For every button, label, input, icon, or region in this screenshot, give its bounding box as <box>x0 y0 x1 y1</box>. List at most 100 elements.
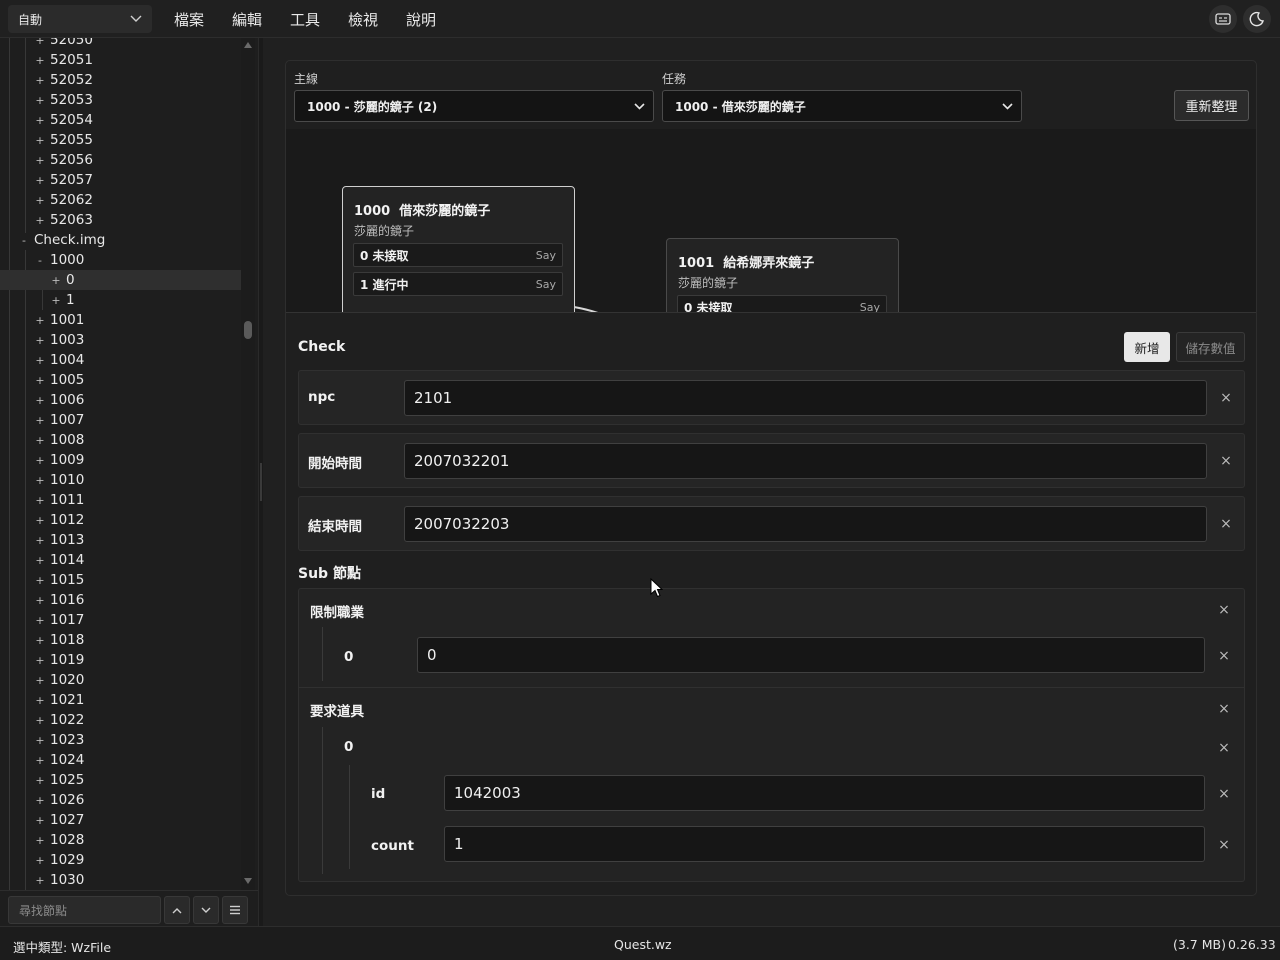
say-button[interactable]: Say <box>536 249 556 262</box>
splitter-grip[interactable] <box>260 463 262 501</box>
tree-node[interactable]: +1018 <box>0 630 241 650</box>
menu-file[interactable]: 檔案 <box>174 0 204 38</box>
say-button[interactable]: Say <box>860 301 880 313</box>
tree-node[interactable]: +1028 <box>0 830 241 850</box>
expand-toggle-icon[interactable]: + <box>34 854 46 867</box>
expand-toggle-icon[interactable]: + <box>34 134 46 147</box>
tree-node[interactable]: +1008 <box>0 430 241 450</box>
expand-toggle-icon[interactable]: + <box>50 294 62 307</box>
expand-toggle-icon[interactable]: + <box>34 734 46 747</box>
quest-task-select[interactable]: 1000 - 借來莎麗的鏡子 <box>662 90 1022 122</box>
expand-toggle-icon[interactable]: + <box>34 694 46 707</box>
tree-node[interactable]: +1015 <box>0 570 241 590</box>
mode-select[interactable]: 自動 <box>8 5 152 33</box>
subtitles-button[interactable] <box>1209 5 1237 33</box>
expand-toggle-icon[interactable]: + <box>34 314 46 327</box>
expand-toggle-icon[interactable]: + <box>34 174 46 187</box>
expand-toggle-icon[interactable]: + <box>34 674 46 687</box>
collapse-toggle-icon[interactable]: - <box>18 234 30 247</box>
expand-toggle-icon[interactable]: + <box>34 774 46 787</box>
field-value-input[interactable]: 2007032203 <box>404 506 1207 542</box>
expand-toggle-icon[interactable]: + <box>50 274 62 287</box>
tree-node[interactable]: +52051 <box>0 50 241 70</box>
tree-node[interactable]: +1016 <box>0 590 241 610</box>
tree-node[interactable]: +1006 <box>0 390 241 410</box>
field-value-input[interactable]: 2101 <box>404 380 1207 416</box>
scroll-down-arrow-icon[interactable] <box>244 878 252 884</box>
tree-node[interactable]: +52057 <box>0 170 241 190</box>
expand-toggle-icon[interactable]: + <box>34 454 46 467</box>
expand-toggle-icon[interactable]: + <box>34 754 46 767</box>
expand-toggle-icon[interactable]: + <box>34 534 46 547</box>
tree-node[interactable]: +1026 <box>0 790 241 810</box>
tree-node[interactable]: +1001 <box>0 310 241 330</box>
menu-tools[interactable]: 工具 <box>290 0 320 38</box>
scroll-up-arrow-icon[interactable] <box>244 42 252 48</box>
tree-node[interactable]: +1003 <box>0 330 241 350</box>
expand-toggle-icon[interactable]: + <box>34 214 46 227</box>
tree-node[interactable]: +52050 <box>0 38 241 50</box>
tree-node[interactable]: +1004 <box>0 350 241 370</box>
add-button[interactable]: 新增 <box>1124 332 1170 362</box>
tree-node[interactable]: +1012 <box>0 510 241 530</box>
delete-sub-node-icon[interactable]: × <box>1217 701 1231 717</box>
expand-toggle-icon[interactable]: + <box>34 94 46 107</box>
tree-node[interactable]: +0 <box>0 270 241 290</box>
tree-node[interactable]: +1022 <box>0 710 241 730</box>
quest-state-row[interactable]: 0 未接取 Say <box>677 295 887 313</box>
tree-node[interactable]: +52063 <box>0 210 241 230</box>
expand-toggle-icon[interactable]: + <box>34 514 46 527</box>
delete-field-icon[interactable]: × <box>1219 453 1233 469</box>
expand-toggle-icon[interactable]: + <box>34 714 46 727</box>
quest-line-select[interactable]: 1000 - 莎麗的鏡子 (2) <box>294 90 654 122</box>
expand-toggle-icon[interactable]: + <box>34 194 46 207</box>
tree-node[interactable]: - Check.img <box>0 230 241 250</box>
tree-node[interactable]: +52052 <box>0 70 241 90</box>
expand-toggle-icon[interactable]: + <box>34 54 46 67</box>
expand-toggle-icon[interactable]: + <box>34 634 46 647</box>
tree-node[interactable]: +1023 <box>0 730 241 750</box>
tree-node[interactable]: +1030 <box>0 870 241 890</box>
tree-node[interactable]: +1025 <box>0 770 241 790</box>
theme-toggle-button[interactable] <box>1243 5 1271 33</box>
menu-help[interactable]: 說明 <box>406 0 436 38</box>
expand-toggle-icon[interactable]: + <box>34 574 46 587</box>
expand-toggle-icon[interactable]: + <box>34 414 46 427</box>
expand-toggle-icon[interactable]: + <box>34 654 46 667</box>
expand-toggle-icon[interactable]: + <box>34 834 46 847</box>
pane-splitter[interactable] <box>258 38 263 926</box>
collapse-toggle-icon[interactable]: - <box>34 254 46 267</box>
expand-toggle-icon[interactable]: + <box>34 154 46 167</box>
quest-node-1000[interactable]: 1000 借來莎麗的鏡子 莎麗的鏡子 0 未接取 Say 1 進行中 Say <box>342 186 575 312</box>
expand-toggle-icon[interactable]: + <box>34 614 46 627</box>
tree-node[interactable]: +52053 <box>0 90 241 110</box>
quest-state-row[interactable]: 0 未接取 Say <box>353 243 563 267</box>
menu-view[interactable]: 檢視 <box>348 0 378 38</box>
search-previous-button[interactable] <box>164 896 190 924</box>
quest-graph-canvas[interactable]: 1000 借來莎麗的鏡子 莎麗的鏡子 0 未接取 Say 1 進行中 Say 1… <box>286 129 1256 313</box>
delete-field-icon[interactable]: × <box>1217 837 1231 853</box>
delete-field-icon[interactable]: × <box>1219 516 1233 532</box>
tree-node[interactable]: +1019 <box>0 650 241 670</box>
expand-toggle-icon[interactable]: + <box>34 554 46 567</box>
expand-toggle-icon[interactable]: + <box>34 394 46 407</box>
scrollbar-thumb[interactable] <box>244 321 252 339</box>
node-tree[interactable]: +52050 +52051 +52052 +52053 +52054 +52055 +520… <box>0 38 258 890</box>
say-button[interactable]: Say <box>536 278 556 291</box>
tree-node[interactable]: +1014 <box>0 550 241 570</box>
delete-entry-icon[interactable]: × <box>1217 740 1231 756</box>
tree-node[interactable]: +1029 <box>0 850 241 870</box>
search-next-button[interactable] <box>193 896 219 924</box>
expand-toggle-icon[interactable]: + <box>34 794 46 807</box>
tree-node[interactable]: +1017 <box>0 610 241 630</box>
tree-node[interactable]: +1024 <box>0 750 241 770</box>
tree-node[interactable]: +1009 <box>0 450 241 470</box>
tree-node[interactable]: +1020 <box>0 670 241 690</box>
expand-toggle-icon[interactable]: + <box>34 38 46 47</box>
expand-toggle-icon[interactable]: + <box>34 434 46 447</box>
expand-toggle-icon[interactable]: + <box>34 374 46 387</box>
menu-edit[interactable]: 編輯 <box>232 0 262 38</box>
expand-toggle-icon[interactable]: + <box>34 594 46 607</box>
sub-field-value-input[interactable]: 0 <box>417 637 1205 673</box>
tree-node[interactable]: +1021 <box>0 690 241 710</box>
